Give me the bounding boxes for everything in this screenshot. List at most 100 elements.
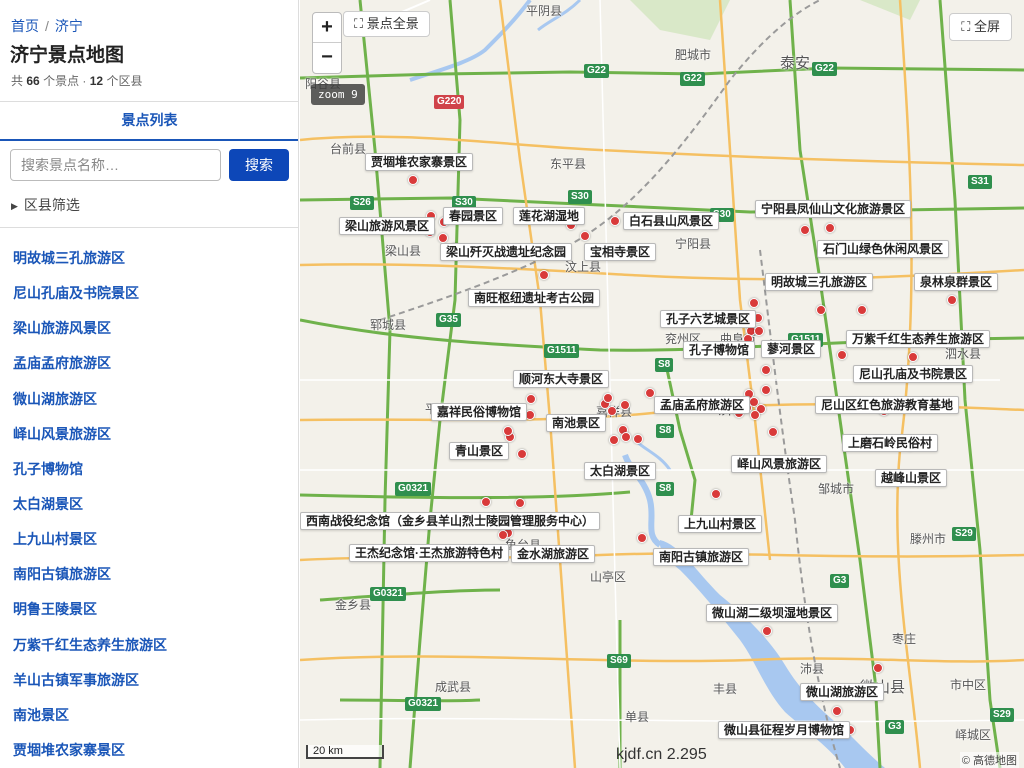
map-pin[interactable]: [837, 350, 847, 360]
spot-map-label[interactable]: 顺河东大寺景区: [513, 370, 610, 388]
spot-list-item[interactable]: 上九山村景区: [13, 529, 167, 564]
map-pin[interactable]: [408, 175, 418, 185]
map-pin[interactable]: [515, 498, 525, 508]
spot-map-label[interactable]: 太白湖景区: [584, 462, 657, 480]
map-pin[interactable]: [621, 432, 631, 442]
map-pin[interactable]: [498, 530, 508, 540]
map-pin[interactable]: [711, 489, 721, 499]
spot-map-label[interactable]: 南阳古镇旅游区: [653, 548, 750, 566]
map-view[interactable]: 平阴县肥城市泰安阳谷县台前县东平县宁阳县汶上县梁山县郓城县兖州区曲阜市泗水县平邑…: [300, 0, 1024, 768]
map-pin[interactable]: [908, 352, 918, 362]
map-pin[interactable]: [768, 427, 778, 437]
district-filter-toggle[interactable]: ▶ 区县筛选: [11, 195, 80, 215]
map-pin[interactable]: [857, 305, 867, 315]
map-pin[interactable]: [832, 706, 842, 716]
spot-map-label[interactable]: 尼山孔庙及书院景区: [853, 365, 974, 383]
spot-map-label[interactable]: 白石县山风景区: [623, 212, 720, 230]
map-pin[interactable]: [749, 298, 759, 308]
spot-list-item[interactable]: 明鲁王陵景区: [13, 599, 167, 634]
map-pin[interactable]: [761, 365, 771, 375]
spot-map-label[interactable]: 南池景区: [546, 414, 607, 432]
spot-list-item[interactable]: 尼山孔庙及书院景区: [13, 283, 167, 318]
map-pin[interactable]: [637, 533, 647, 543]
map-pin[interactable]: [750, 410, 760, 420]
map-pin[interactable]: [633, 434, 643, 444]
spot-map-label[interactable]: 梁山歼灭战遗址纪念园: [440, 243, 573, 261]
map-pin[interactable]: [761, 385, 771, 395]
map-pin[interactable]: [816, 305, 826, 315]
spot-list-item[interactable]: 贾堌堆农家寨景区: [13, 740, 167, 768]
spot-map-label[interactable]: 越峰山景区: [875, 469, 948, 487]
spot-list-item[interactable]: 万紫千红生态养生旅游区: [13, 635, 167, 670]
spot-list-item[interactable]: 孟庙孟府旅游区: [13, 353, 167, 388]
map-pin[interactable]: [580, 231, 590, 241]
spot-map-label[interactable]: 明故城三孔旅游区: [765, 273, 874, 291]
map-pin[interactable]: [438, 233, 448, 243]
map-pin[interactable]: [539, 270, 549, 280]
spot-map-label[interactable]: 孟庙孟府旅游区: [654, 396, 751, 414]
map-pin[interactable]: [947, 295, 957, 305]
zoom-out-button[interactable]: −: [313, 43, 341, 73]
map-pin[interactable]: [609, 435, 619, 445]
map-attribution: © 高德地图: [959, 752, 1019, 768]
spot-map-label[interactable]: 南旺枢纽遗址考古公园: [468, 289, 601, 307]
map-pin[interactable]: [800, 225, 810, 235]
spot-map-label[interactable]: 贾堌堆农家寨景区: [365, 153, 474, 171]
fullscreen-button[interactable]: ⛶ 全屏: [949, 13, 1012, 41]
spot-list-item[interactable]: 梁山旅游风景区: [13, 318, 167, 353]
breadcrumb-home[interactable]: 首页: [11, 18, 39, 34]
map-pin[interactable]: [603, 393, 613, 403]
map-pin[interactable]: [610, 216, 620, 226]
spot-list-item[interactable]: 南阳古镇旅游区: [13, 564, 167, 599]
spot-list-item[interactable]: 孔子博物馆: [13, 459, 167, 494]
spot-map-label[interactable]: 孔子六艺城景区: [660, 310, 757, 328]
map-pin[interactable]: [481, 497, 491, 507]
spot-list-item[interactable]: 峄山风景旅游区: [13, 424, 167, 459]
map-pin[interactable]: [526, 394, 536, 404]
spot-map-label[interactable]: 孔子博物馆: [683, 341, 756, 359]
spot-map-label[interactable]: 嘉祥民俗博物馆: [431, 403, 528, 421]
spot-map-label[interactable]: 金水湖旅游区: [511, 545, 596, 563]
spot-map-label[interactable]: 石门山绿色休闲风景区: [817, 240, 950, 258]
spot-map-label[interactable]: 微山湖二级坝湿地景区: [706, 604, 839, 622]
map-pin[interactable]: [754, 326, 764, 336]
spot-map-label[interactable]: 泉林泉群景区: [914, 273, 999, 291]
spot-list-item[interactable]: 微山湖旅游区: [13, 389, 167, 424]
spot-map-label[interactable]: 宁阳县凤仙山文化旅游景区: [755, 200, 912, 218]
map-pin[interactable]: [503, 426, 513, 436]
search-input[interactable]: [10, 149, 221, 181]
spot-map-label[interactable]: 上九山村景区: [678, 515, 763, 533]
spot-map-label[interactable]: 上磨石岭民俗村: [842, 434, 939, 452]
road-shield: G0321: [395, 482, 432, 496]
map-pin[interactable]: [762, 626, 772, 636]
spot-map-label[interactable]: 蓼河景区: [761, 340, 822, 358]
spot-list-item[interactable]: 南池景区: [13, 705, 167, 740]
spot-list-item[interactable]: 羊山古镇军事旅游区: [13, 670, 167, 705]
spot-map-label[interactable]: 青山景区: [449, 442, 510, 460]
spot-map-label[interactable]: 梁山旅游风景区: [339, 217, 436, 235]
map-pin[interactable]: [825, 223, 835, 233]
expressway: [358, 0, 392, 768]
spot-map-label[interactable]: 宝相寺景区: [584, 243, 657, 261]
search-button[interactable]: 搜索: [229, 149, 289, 181]
spot-map-label[interactable]: 春园景区: [443, 207, 504, 225]
spot-map-label[interactable]: 西南战役纪念馆（金乡县羊山烈士陵园管理服务中心）: [300, 512, 601, 530]
spot-list-item[interactable]: 明故城三孔旅游区: [13, 248, 167, 283]
spot-map-label[interactable]: 微山县征程岁月博物馆: [718, 721, 851, 739]
map-pin[interactable]: [873, 663, 883, 673]
spot-map-label[interactable]: 尼山区红色旅游教育基地: [815, 396, 960, 414]
map-pin[interactable]: [620, 400, 630, 410]
breadcrumb-current[interactable]: 济宁: [55, 18, 83, 34]
zoom-in-button[interactable]: +: [313, 13, 341, 43]
spot-map-label[interactable]: 峄山风景旅游区: [731, 455, 828, 473]
spot-map-label[interactable]: 万紫千红生态养生旅游区: [846, 330, 991, 348]
road-shield: G22: [584, 64, 609, 78]
map-pin[interactable]: [607, 406, 617, 416]
overview-button[interactable]: ⛶ 景点全景: [343, 11, 430, 37]
tab-spot-list[interactable]: 景点列表: [0, 102, 298, 139]
spot-list-item[interactable]: 太白湖景区: [13, 494, 167, 529]
spot-map-label[interactable]: 微山湖旅游区: [800, 683, 885, 701]
map-pin[interactable]: [517, 449, 527, 459]
spot-map-label[interactable]: 王杰纪念馆·王杰旅游特色村: [349, 544, 509, 562]
spot-map-label[interactable]: 莲花湖湿地: [513, 207, 586, 225]
